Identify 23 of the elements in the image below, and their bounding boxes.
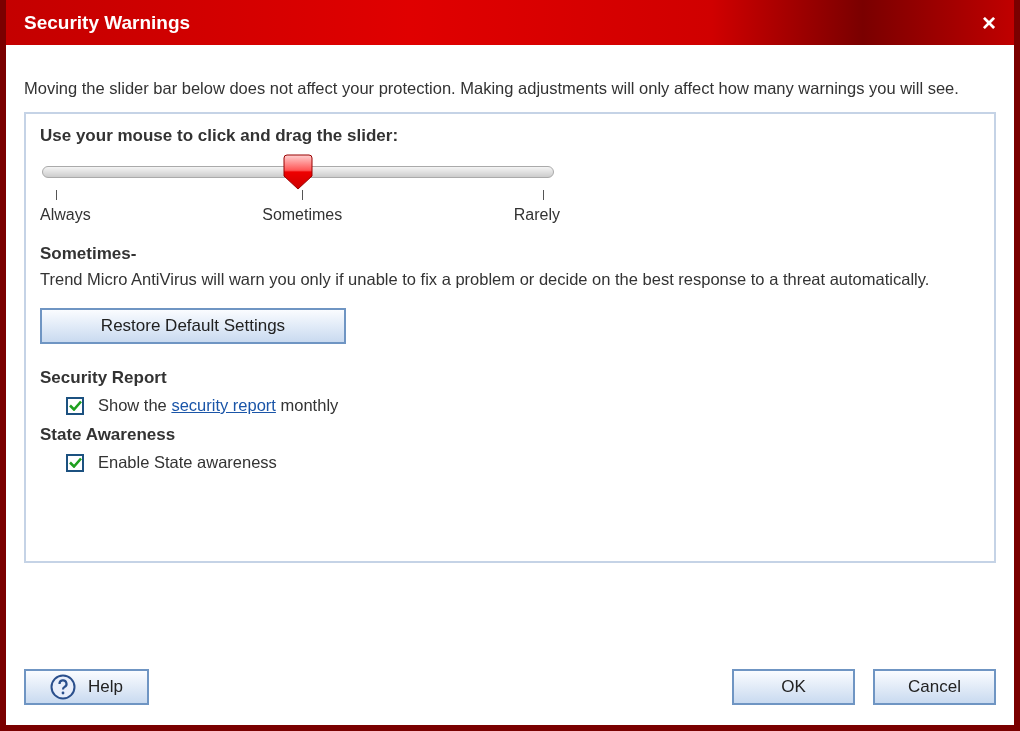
section-heading: Security Report bbox=[40, 368, 168, 388]
ok-button[interactable]: OK bbox=[732, 669, 855, 705]
checkbox[interactable] bbox=[66, 453, 84, 472]
section-heading: State Awareness bbox=[40, 425, 177, 445]
tick-label: Always bbox=[40, 206, 91, 224]
slider-track[interactable] bbox=[42, 154, 554, 190]
help-icon bbox=[50, 674, 76, 700]
checkbox[interactable] bbox=[66, 396, 84, 415]
checkbox-label: Enable State awareness bbox=[98, 453, 277, 472]
checkbox-label: Show the security report monthly bbox=[98, 396, 339, 415]
level-description: Trend Micro AntiVirus will warn you only if unable to fix a problem or decide on the best response to a threat automatically. bbox=[40, 269, 931, 290]
restore-defaults-button[interactable]: Restore Default Settings bbox=[40, 308, 346, 344]
tick-label: Rarely bbox=[513, 206, 560, 224]
cancel-button[interactable]: Cancel bbox=[873, 669, 996, 705]
security-report-link[interactable]: security report bbox=[171, 396, 276, 414]
slider-thumb[interactable] bbox=[283, 154, 313, 190]
slider-instruction: Use your mouse to click and drag the slider: bbox=[40, 126, 400, 146]
close-button[interactable]: × bbox=[978, 8, 1000, 37]
tick-label: Sometimes bbox=[262, 206, 343, 224]
help-button[interactable]: Help bbox=[24, 669, 149, 705]
intro-text: Moving the slider bar below does not affect your protection. Making adjustments will only affect how many warnings you will see. bbox=[24, 78, 960, 99]
window-title: Security Warnings bbox=[24, 11, 191, 34]
level-heading: Sometimes- bbox=[40, 244, 138, 264]
